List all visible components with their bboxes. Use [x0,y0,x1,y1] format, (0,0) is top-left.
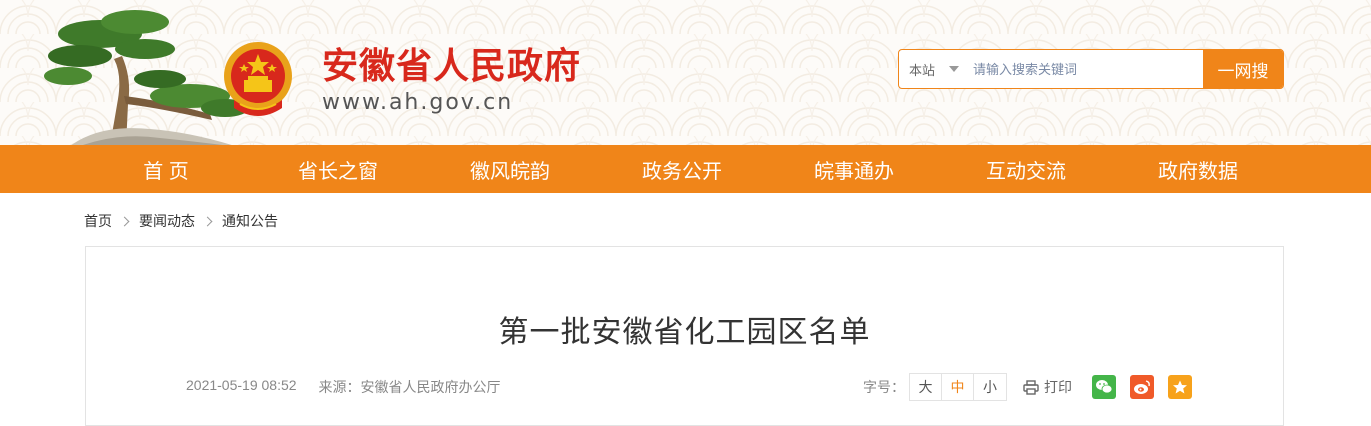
national-emblem-icon [224,42,292,116]
source-label: 来源： [318,379,361,395]
publish-date: 2021-05-19 08:52 [186,377,297,393]
font-size-large-button[interactable]: 大 [910,374,942,400]
site-title: 安徽省人民政府 [322,45,582,87]
font-size-medium-button[interactable]: 中 [942,374,974,400]
caret-down-icon [949,66,960,72]
nav-item-public-affairs[interactable]: 政务公开 [596,145,768,193]
breadcrumb-news[interactable]: 要闻动态 [139,211,195,231]
printer-icon [1023,379,1039,395]
nav-item-home[interactable]: 首 页 [80,145,252,193]
article-panel: 第一批安徽省化工园区名单 2021-05-19 08:52 来源： 安徽省人民政… [85,246,1284,426]
nav-item-governor[interactable]: 省长之窗 [252,145,424,193]
main-nav: 首 页 省长之窗 徽风皖韵 政务公开 皖事通办 互动交流 政府数据 [0,145,1371,193]
star-icon [1173,380,1187,394]
font-size-switch: 大 中 小 [909,373,1007,401]
welcoming-pine-icon [44,10,249,145]
article-meta: 2021-05-19 08:52 来源： 安徽省人民政府办公厅 [186,377,501,397]
nav-item-culture[interactable]: 徽风皖韵 [424,145,596,193]
chevron-right-icon [202,216,213,226]
font-size-small-button[interactable]: 小 [974,374,1006,400]
search-scope-select[interactable]: 本站 [899,50,969,88]
breadcrumb-notices[interactable]: 通知公告 [222,211,278,231]
nav-item-data[interactable]: 政府数据 [1112,145,1284,193]
article-tools: 字号： 大 中 小 打印 [863,373,1192,401]
share-weibo-button[interactable] [1130,375,1154,399]
share-wechat-button[interactable] [1092,375,1116,399]
source-value: 安徽省人民政府办公厅 [360,379,501,395]
breadcrumb-home[interactable]: 首页 [84,211,112,231]
favorite-button[interactable] [1168,375,1192,399]
site-header: 安徽省人民政府 www.ah.gov.cn 本站 一网搜 [0,0,1371,145]
chevron-right-icon [119,216,130,226]
print-button[interactable]: 打印 [1023,377,1072,397]
site-domain: www.ah.gov.cn [322,90,514,115]
weibo-icon [1134,380,1150,394]
article-title: 第一批安徽省化工园区名单 [498,316,871,349]
nav-item-interaction[interactable]: 互动交流 [940,145,1112,193]
wechat-icon [1096,380,1113,394]
breadcrumb: 首页 要闻动态 通知公告 [84,211,278,231]
search-bar: 本站 一网搜 [898,49,1284,89]
search-scope-label: 本站 [909,62,936,78]
search-input[interactable] [969,50,1203,88]
search-button[interactable]: 一网搜 [1203,50,1283,88]
font-size-label: 字号： [863,379,905,395]
print-label: 打印 [1044,379,1072,395]
nav-item-services[interactable]: 皖事通办 [768,145,940,193]
